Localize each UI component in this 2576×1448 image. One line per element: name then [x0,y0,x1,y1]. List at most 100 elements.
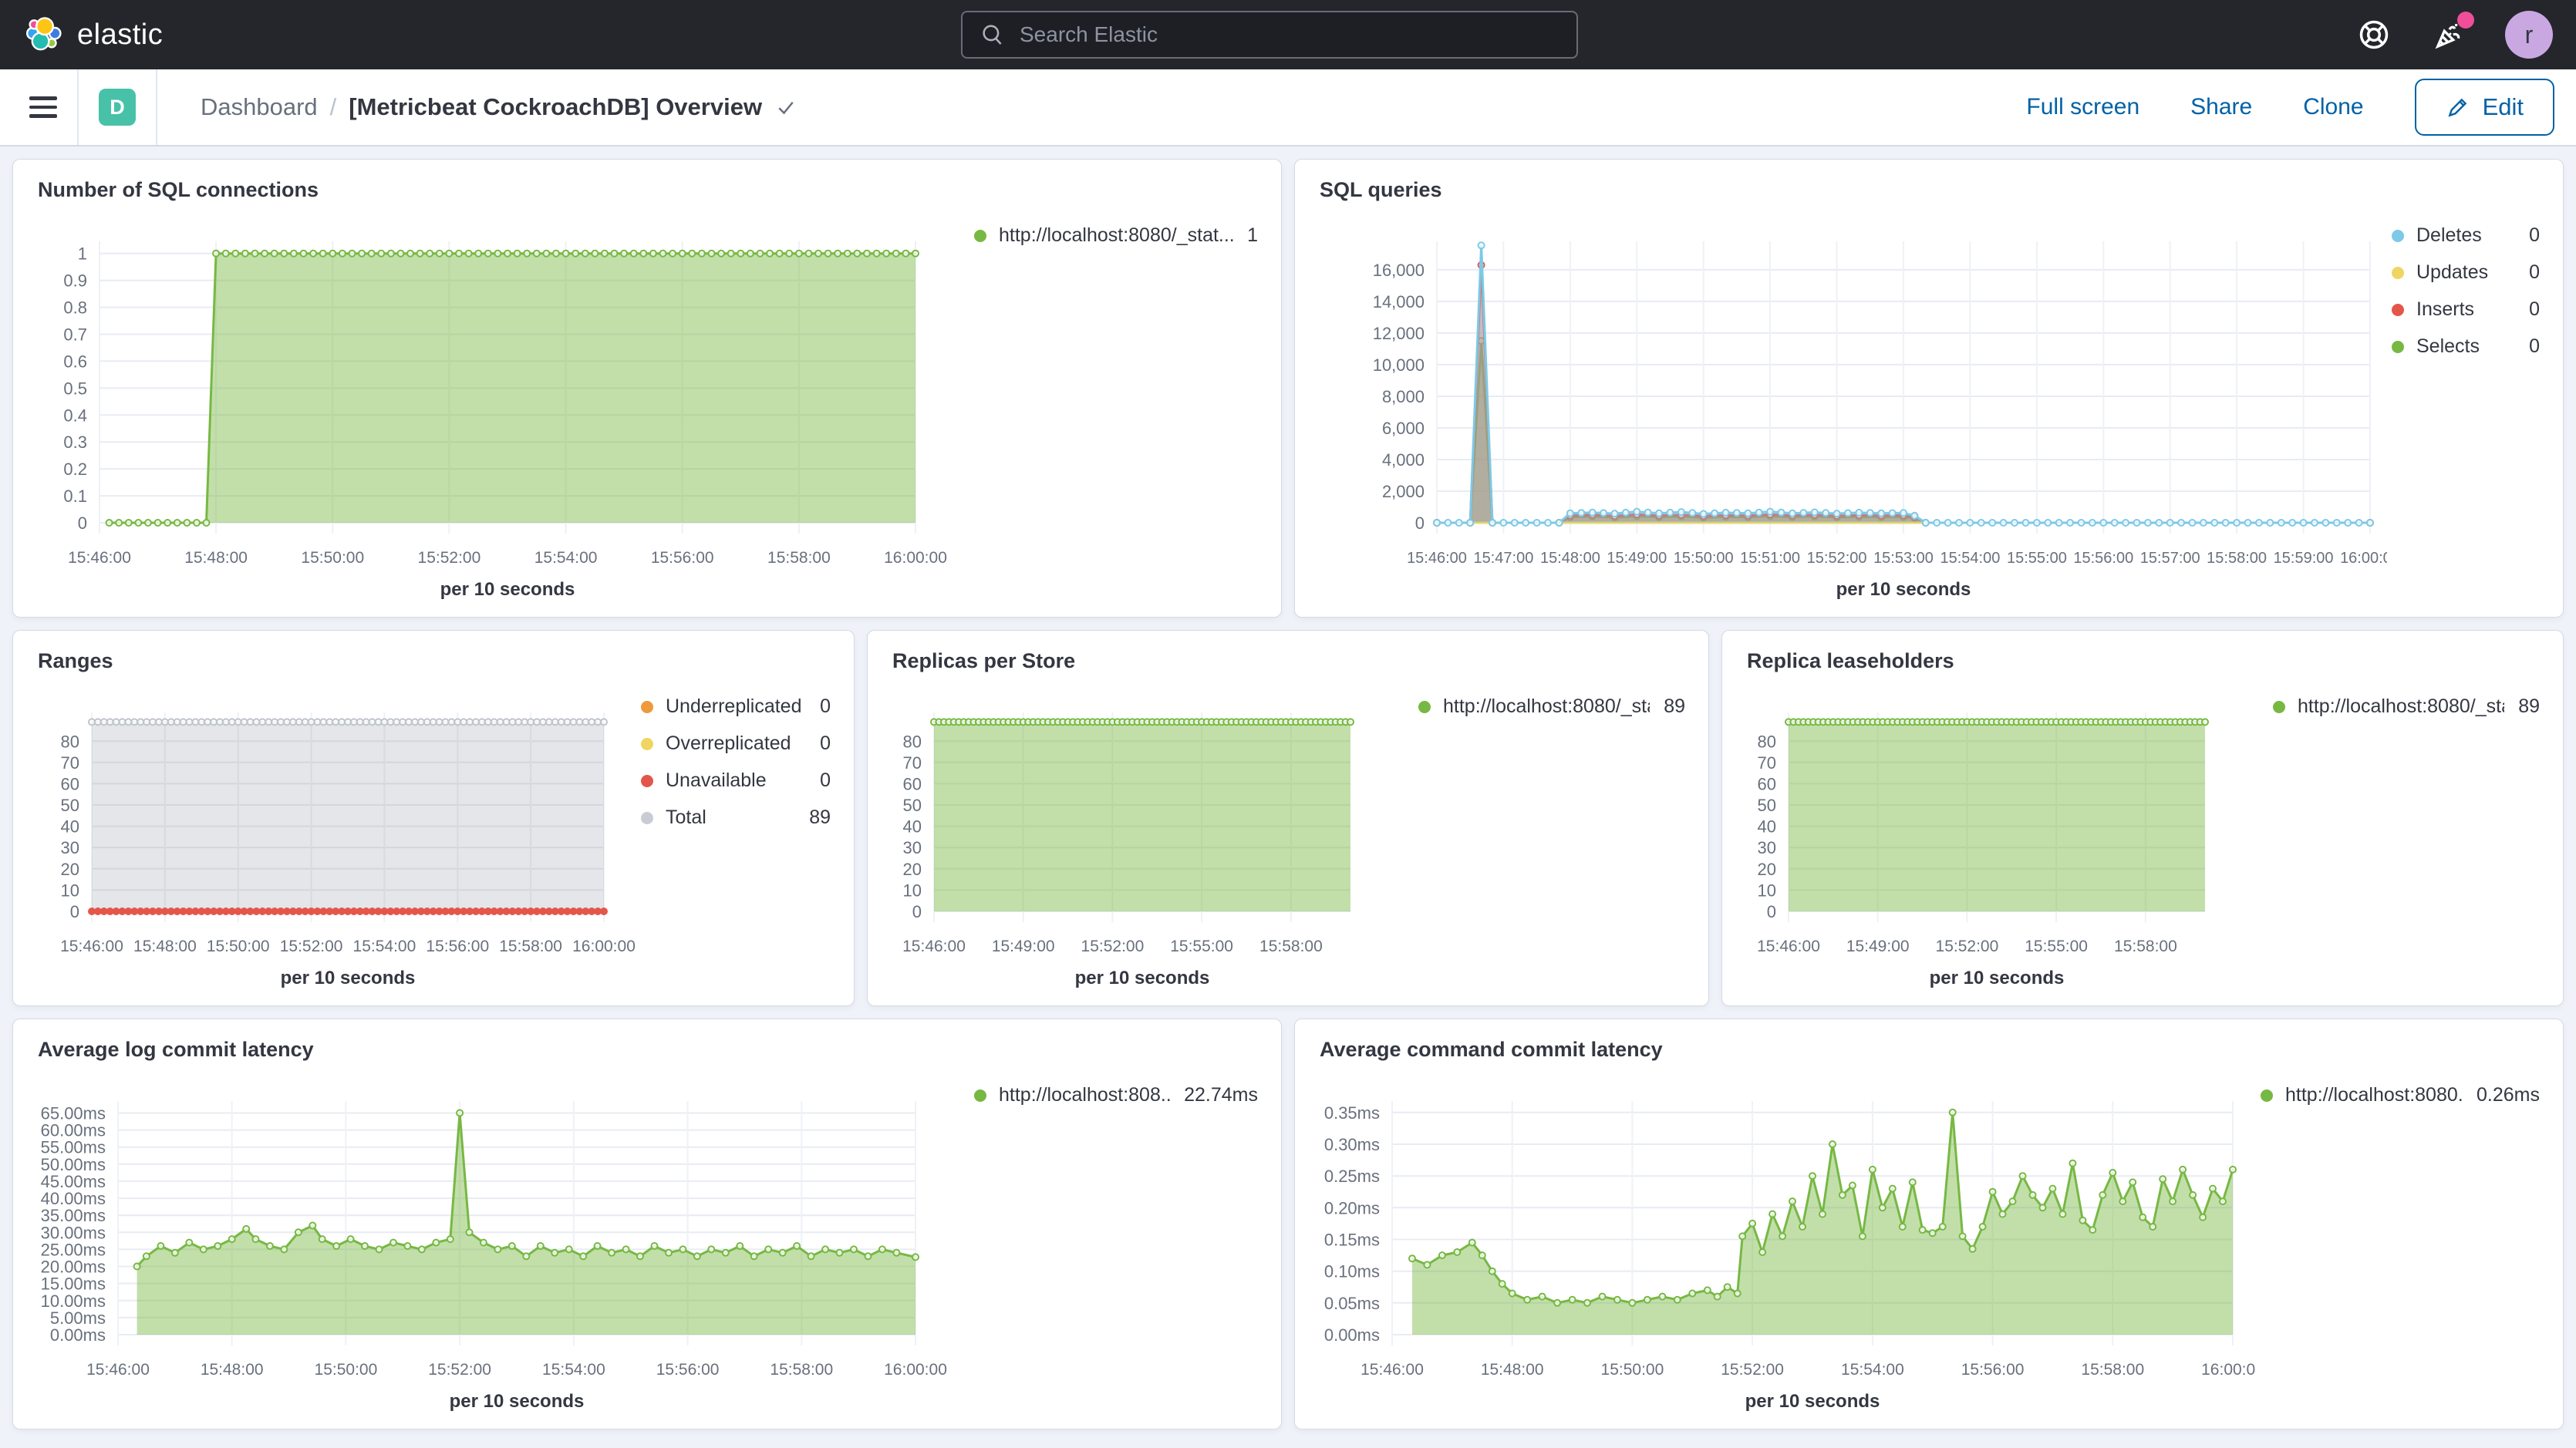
svg-text:5.00ms: 5.00ms [50,1308,106,1328]
panel-title: Replica leaseholders [1722,631,2563,682]
breadcrumb-current-title: [Metricbeat CockroachDB] Overview [349,93,762,121]
legend-series-dot [974,1089,986,1102]
svg-text:15:48:00: 15:48:00 [184,549,248,567]
legend-series-label: Underreplicated [666,695,806,718]
legend-series-value: 0 [820,732,831,755]
help-button[interactable] [2354,15,2394,55]
svg-text:0.1: 0.1 [63,487,87,506]
legend-series-dot [974,230,986,242]
svg-text:16:00:00: 16:00:00 [884,549,947,567]
sql-connections-chart[interactable]: 00.10.20.30.40.50.60.70.80.9115:46:0015:… [13,210,969,617]
svg-text:12,000: 12,000 [1373,324,1425,343]
svg-text:10,000: 10,000 [1373,355,1425,375]
svg-text:per 10 seconds: per 10 seconds [1075,968,1210,988]
elastic-logo-icon [26,16,63,53]
legend-item[interactable]: http://localhost:8080/_sta...89 [1418,695,1685,718]
legend-item[interactable]: Overreplicated 0 [641,732,831,755]
svg-text:25.00ms: 25.00ms [41,1240,106,1259]
legend-item[interactable]: Underreplicated0 [641,695,831,718]
svg-text:15:54:00: 15:54:00 [1940,550,2000,567]
top-header: elastic r [0,0,2576,69]
svg-text:15:54:00: 15:54:00 [353,938,416,955]
svg-text:16:00:00: 16:00:00 [572,938,636,955]
legend-item[interactable]: Deletes0 [2392,224,2540,247]
svg-text:50: 50 [1758,796,1776,815]
svg-text:15:54:00: 15:54:00 [542,1361,605,1379]
svg-text:15:58:00: 15:58:00 [499,938,562,955]
legend-series-label: http://localhost:8080... [2285,1084,2463,1106]
svg-text:15:54:00: 15:54:00 [1841,1361,1904,1379]
panel-title: Average command commit latency [1295,1019,2563,1070]
svg-text:10: 10 [903,881,922,900]
share-button[interactable]: Share [2190,94,2252,120]
legend-series-dot [641,701,653,713]
panel-replica-leaseholders: Replica leaseholders 0102030405060708015… [1721,630,2564,1006]
legend-series-label: Overreplicated [666,732,806,755]
svg-text:per 10 seconds: per 10 seconds [1930,968,2065,988]
menu-button[interactable] [29,96,57,118]
svg-text:15:46:00: 15:46:00 [1407,550,1467,567]
global-search[interactable] [961,11,1578,59]
svg-text:0.3: 0.3 [63,433,87,452]
breadcrumb: Dashboard / [Metricbeat CockroachDB] Ove… [201,93,797,121]
svg-text:30: 30 [1758,838,1776,857]
avg-log-commit-latency-chart[interactable]: 0.00ms5.00ms10.00ms15.00ms20.00ms25.00ms… [13,1070,969,1429]
svg-text:0.00ms: 0.00ms [1324,1325,1380,1345]
legend-item[interactable]: http://localhost:8080/_stat...1 [974,224,1258,247]
user-avatar[interactable]: r [2505,11,2553,59]
sql-queries-chart[interactable]: 02,0004,0006,0008,00010,00012,00014,0001… [1295,210,2387,617]
full-screen-button[interactable]: Full screen [2026,94,2139,120]
replicas-per-store-chart[interactable]: 0102030405060708015:46:0015:49:0015:52:0… [868,682,1414,1005]
edit-button[interactable]: Edit [2415,79,2554,136]
panel-number-of-sql-connections: Number of SQL connections 00.10.20.30.40… [12,159,1282,618]
svg-text:65.00ms: 65.00ms [41,1104,106,1123]
legend-item[interactable]: Selects0 [2392,335,2540,358]
ranges-chart[interactable]: 0102030405060708015:46:0015:48:0015:50:0… [13,682,636,1005]
elastic-logo[interactable]: elastic [26,16,163,53]
legend-item[interactable]: http://localhost:8080/_sta...89 [2273,695,2540,718]
legend-series-value: 89 [809,807,831,829]
svg-text:0: 0 [78,514,87,533]
svg-text:15:56:00: 15:56:00 [1961,1361,2025,1379]
panel-title: Average log commit latency [13,1019,1281,1070]
legend-series-label: Deletes [2416,224,2515,247]
panel-replicas-per-store: Replicas per Store 0102030405060708015:4… [867,630,1709,1006]
search-input[interactable] [1020,22,1559,47]
dashboard-badge[interactable]: D [99,89,136,126]
svg-text:15:58:00: 15:58:00 [2081,1361,2144,1379]
svg-text:15:56:00: 15:56:00 [656,1361,720,1379]
clone-button[interactable]: Clone [2303,94,2363,120]
chart-legend: http://localhost:8080...0.26ms [2256,1070,2563,1429]
legend-item[interactable]: Updates0 [2392,261,2540,284]
panel-title: Number of SQL connections [13,160,1281,210]
svg-text:4,000: 4,000 [1382,450,1425,470]
dashboard-title-check-icon[interactable] [774,96,797,119]
svg-text:15:58:00: 15:58:00 [770,1361,833,1379]
avg-command-commit-latency-chart[interactable]: 0.00ms0.05ms0.10ms0.15ms0.20ms0.25ms0.30… [1295,1070,2256,1429]
news-feed-button[interactable] [2429,15,2470,55]
legend-series-label: http://localhost:8080/_stat... [999,224,1233,247]
svg-text:15:49:00: 15:49:00 [992,938,1055,955]
legend-series-value: 22.74ms [1184,1084,1258,1106]
svg-text:10: 10 [1758,881,1776,900]
svg-text:60.00ms: 60.00ms [41,1121,106,1140]
svg-text:10.00ms: 10.00ms [41,1291,106,1311]
legend-series-label: Inserts [2416,298,2515,321]
svg-text:30.00ms: 30.00ms [41,1223,106,1242]
legend-item[interactable]: Inserts0 [2392,298,2540,321]
legend-item[interactable]: http://localhost:8080...0.26ms [2261,1084,2540,1106]
breadcrumb-dashboard-link[interactable]: Dashboard [201,93,318,121]
legend-item[interactable]: Total89 [641,807,831,829]
legend-item[interactable]: Unavailable0 [641,769,831,792]
panel-title: SQL queries [1295,160,2563,210]
replica-leaseholders-chart[interactable]: 0102030405060708015:46:0015:49:0015:52:0… [1722,682,2268,1005]
chart-legend: http://localhost:8080/_stat...1 [969,210,1281,617]
legend-series-dot [2261,1089,2273,1102]
svg-text:15:50:00: 15:50:00 [207,938,270,955]
svg-text:6,000: 6,000 [1382,419,1425,438]
svg-text:20: 20 [1758,860,1776,879]
svg-text:50: 50 [61,796,79,815]
legend-item[interactable]: http://localhost:808...22.74ms [974,1084,1258,1106]
svg-text:35.00ms: 35.00ms [41,1206,106,1225]
legend-series-label: Selects [2416,335,2515,358]
